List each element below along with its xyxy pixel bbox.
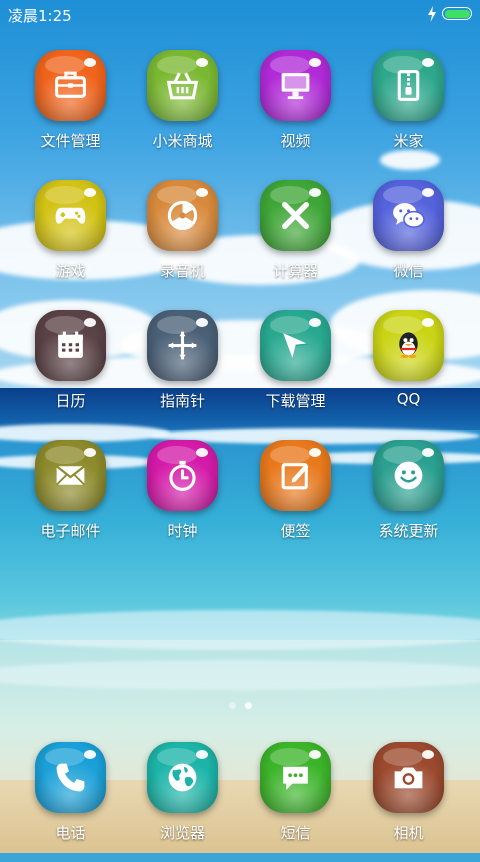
app-wechat[interactable]: 微信 (352, 180, 465, 300)
charging-icon (428, 6, 436, 22)
app-label: 米家 (393, 132, 424, 150)
app-icon-tile (147, 180, 218, 251)
app-calculator[interactable]: 计算器 (239, 180, 352, 300)
app-label: 视频 (280, 132, 311, 150)
app-icon-tile (35, 180, 106, 251)
app-label: 相机 (393, 824, 424, 842)
app-icon-tile (147, 440, 218, 511)
app-label: 电子邮件 (40, 522, 101, 540)
monitor-icon (281, 73, 310, 100)
app-label: 短信 (280, 824, 311, 842)
app-video[interactable]: 视频 (239, 50, 352, 170)
globe-icon (168, 763, 197, 792)
app-icon-tile (147, 310, 218, 381)
app-mi-store[interactable]: 小米商城 (126, 50, 239, 170)
app-label: 文件管理 (40, 132, 101, 150)
wechat-icon (393, 203, 425, 228)
app-icon-tile (147, 742, 218, 813)
app-file-manager[interactable]: 文件管理 (14, 50, 127, 170)
calendar-icon (58, 331, 83, 358)
zipper-icon (397, 70, 420, 101)
app-icon-tile (260, 180, 331, 251)
app-mijia[interactable]: 米家 (352, 50, 465, 170)
smiley-icon (394, 461, 423, 490)
penguin-icon (399, 332, 418, 359)
app-label: 浏览器 (159, 824, 205, 842)
stopwatch-icon (169, 460, 196, 491)
edit-note-icon (281, 463, 309, 490)
page-dot-2-active[interactable] (245, 702, 252, 709)
record-icon (167, 200, 198, 231)
app-label: 指南针 (159, 392, 205, 410)
app-icon-tile (373, 180, 444, 251)
app-icon-tile (260, 742, 331, 813)
app-calendar[interactable]: 日历 (14, 310, 127, 430)
app-label: 计算器 (272, 262, 318, 280)
crosshair-icon (168, 331, 197, 360)
app-label: QQ (396, 390, 421, 408)
page-dot-1[interactable] (229, 702, 236, 709)
app-icon-tile (373, 310, 444, 381)
app-download-manager[interactable]: 下载管理 (239, 310, 352, 430)
app-icon-tile (35, 310, 106, 381)
dock-app-camera[interactable]: 相机 (352, 742, 465, 862)
app-icon-tile (373, 440, 444, 511)
envelope-icon (55, 465, 86, 486)
dock-app-phone[interactable]: 电话 (14, 742, 127, 862)
dock-app-messages[interactable]: 短信 (239, 742, 352, 862)
app-compass[interactable]: 指南针 (126, 310, 239, 430)
close-x-icon (282, 202, 309, 229)
chat-bubble-icon (283, 766, 308, 790)
page-indicator[interactable] (0, 702, 480, 712)
app-icon-tile (35, 440, 106, 511)
app-icon-tile (260, 50, 331, 121)
app-label: 录音机 (159, 262, 205, 280)
app-games[interactable]: 游戏 (14, 180, 127, 300)
shopping-basket-icon (166, 72, 199, 100)
gamepad-icon (55, 207, 86, 224)
app-icon-tile (260, 440, 331, 511)
app-label: 小米商城 (152, 132, 213, 150)
app-icon-tile (373, 742, 444, 813)
battery-icon (442, 7, 472, 20)
briefcase-icon (55, 71, 86, 98)
app-icon-tile (147, 50, 218, 121)
phone-icon (56, 763, 85, 792)
app-recorder[interactable]: 录音机 (126, 180, 239, 300)
app-label: 时钟 (167, 522, 198, 540)
app-icon-tile (35, 742, 106, 813)
app-label: 下载管理 (265, 392, 326, 410)
app-label: 游戏 (55, 262, 86, 280)
battery-level (444, 9, 470, 18)
app-label: 电话 (55, 824, 86, 842)
app-label: 便签 (280, 522, 311, 540)
app-system-update[interactable]: 系统更新 (352, 440, 465, 560)
status-time: 凌晨1:25 (8, 7, 72, 25)
paper-plane-icon (283, 333, 308, 358)
app-email[interactable]: 电子邮件 (14, 440, 127, 560)
app-qq[interactable]: QQ (352, 310, 465, 430)
app-icon-tile (260, 310, 331, 381)
app-label: 系统更新 (378, 522, 439, 540)
dock-app-browser[interactable]: 浏览器 (126, 742, 239, 862)
app-notes[interactable]: 便签 (239, 440, 352, 560)
app-icon-tile (373, 50, 444, 121)
app-label: 微信 (393, 262, 424, 280)
status-bar: 凌晨1:25 (0, 0, 480, 28)
app-icon-tile (35, 50, 106, 121)
camera-icon (394, 767, 423, 789)
app-clock[interactable]: 时钟 (126, 440, 239, 560)
app-label: 日历 (55, 392, 86, 410)
